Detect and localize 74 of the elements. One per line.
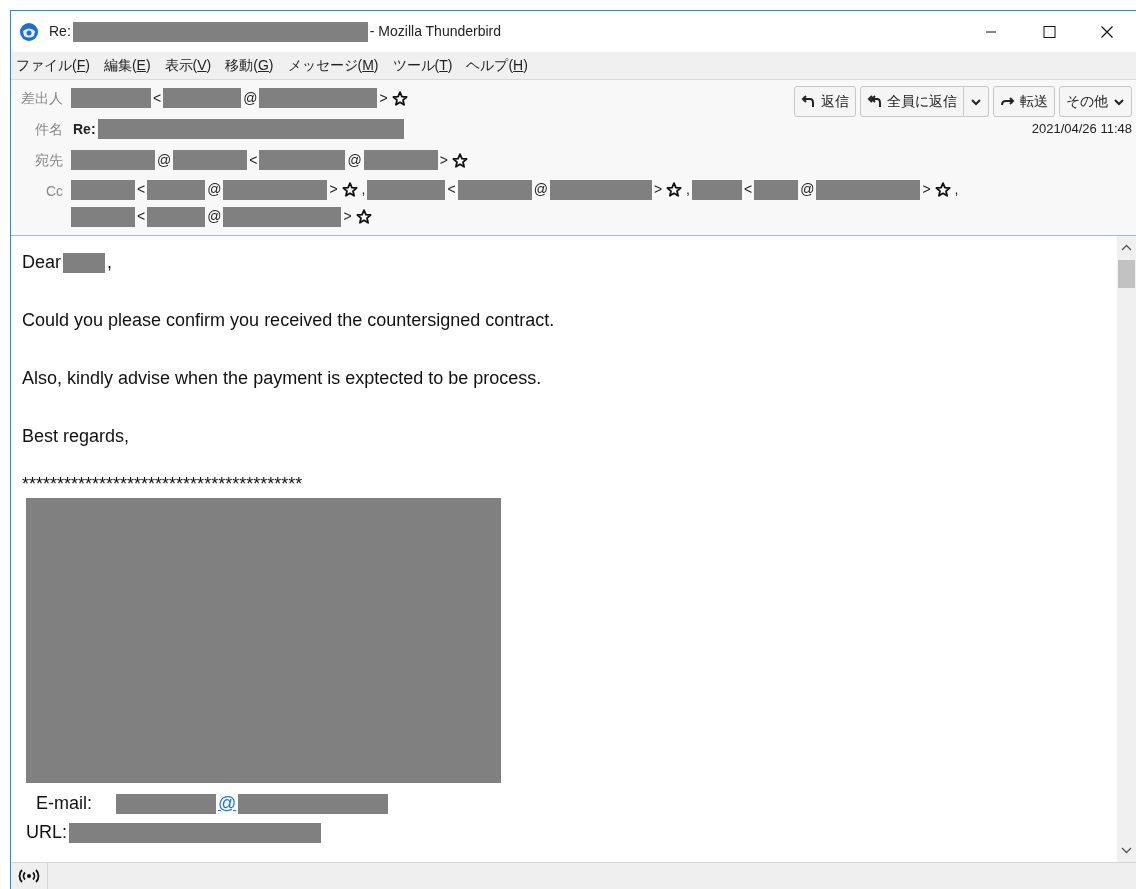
redaction-mark [147,206,206,227]
field-label: Cc [44,182,64,201]
redaction-mark [754,179,799,200]
text-fragment: @ [533,180,548,199]
text-fragment: - Mozilla Thunderbird [369,22,502,41]
text-fragment: > [922,180,931,199]
star-icon[interactable] [391,90,408,106]
text-fragment: < [249,150,258,170]
redaction-mark [71,179,135,200]
menu-item[interactable]: ファイル(F) [16,55,90,76]
text-fragment: Could you please confirm you received the countersigned contract. [22,309,555,332]
star-icon[interactable] [666,182,683,197]
text-fragment: > [653,180,663,199]
star-icon[interactable] [934,182,951,197]
text-fragment: > [343,207,352,226]
email-link[interactable]: @ [218,789,237,818]
reply-icon [867,94,882,109]
text-fragment: @ [207,180,222,199]
redaction-mark [71,206,135,227]
menu-item[interactable]: ツール(T) [392,55,453,76]
text-fragment: < [743,180,753,199]
field-label: 件名 [34,120,64,139]
text-fragment: < [137,207,146,226]
star-icon[interactable] [451,152,468,168]
text-fragment: > [439,150,448,170]
maximize-icon[interactable] [1042,24,1056,39]
forward-button[interactable]: 転送 [993,86,1055,117]
online-status-icon[interactable] [18,869,40,883]
text-fragment: @ [347,150,362,170]
scroll-up-icon[interactable] [1121,244,1132,251]
menu-item[interactable]: ヘルプ(H) [466,55,528,76]
redaction-mark [691,179,742,200]
text-fragment: @ [207,207,222,226]
reply-icon [801,94,816,109]
more-button[interactable]: その他 [1059,86,1132,117]
app-logo-icon [19,21,39,42]
caret-icon [970,96,982,107]
text-fragment: , [107,251,113,274]
message-date: 2021/04/26 11:48 [1031,120,1132,138]
text-fragment: , [361,180,366,199]
text-fragment: Also, kindly advise when the payment is exptected to be process. [22,367,542,390]
field-label: 宛先 [34,151,64,170]
text-fragment: Dear [22,251,61,274]
star-icon[interactable] [341,182,358,197]
text-fragment: Re: [49,22,71,41]
reply-button[interactable]: 返信 [794,86,856,117]
text-fragment: @ [243,88,258,108]
scroll-down-icon[interactable] [1121,847,1132,854]
menu-item[interactable]: 編集(E) [103,55,151,76]
redaction-mark [63,252,105,273]
field-label: 差出人 [20,89,64,108]
text-fragment: > [329,180,338,199]
text-fragment: Best regards, [22,425,130,448]
text-fragment: < [447,180,456,199]
menu-item[interactable]: 移動(G) [225,55,274,76]
scrollbar-thumb[interactable] [1118,260,1135,288]
menu-item[interactable]: 表示(V) [164,55,212,76]
menu-item[interactable]: メッセージ(M) [287,55,379,76]
text-fragment: > [379,88,388,108]
text-fragment: @ [157,150,172,170]
text-fragment: < [153,88,162,108]
reply-all-button[interactable]: 全員に返信 [860,86,964,117]
text-fragment: @ [800,180,815,199]
text-fragment: **************************************** [22,474,303,494]
close-icon[interactable] [1100,24,1114,39]
text-fragment: Re: [73,119,96,139]
text-fragment: E-mail: [36,792,92,815]
star-icon[interactable] [355,209,372,224]
text-fragment: , [954,180,959,199]
text-fragment: < [137,180,146,199]
redaction-mark [147,179,206,200]
text-fragment: URL: [26,821,67,844]
text-fragment: , [686,180,690,199]
dropdown-button[interactable] [964,86,989,117]
